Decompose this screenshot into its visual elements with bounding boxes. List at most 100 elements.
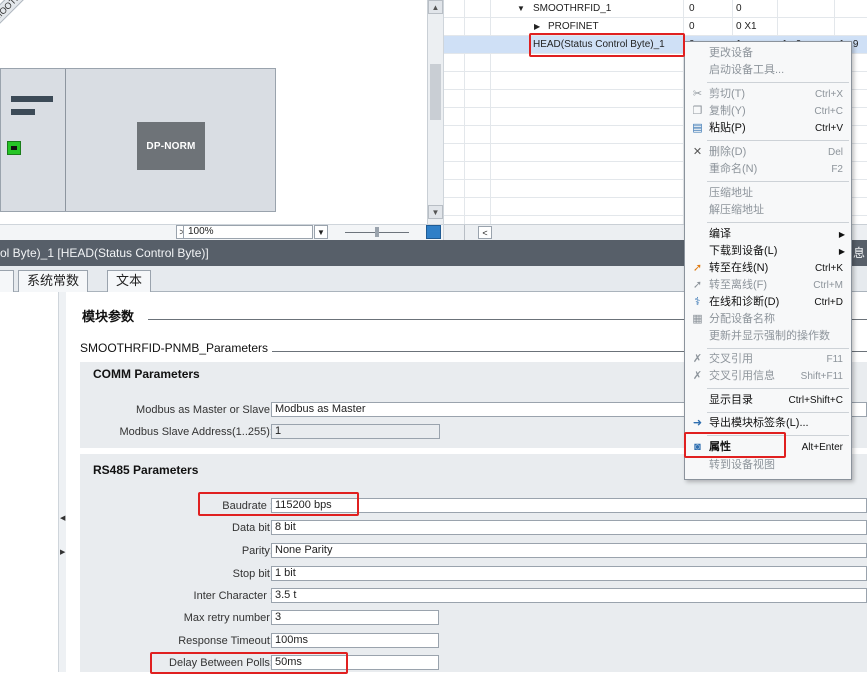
param-label: Data bit:: [232, 522, 273, 534]
param-label: Max retry number:: [183, 612, 273, 624]
tab-texts[interactable]: 文本: [107, 270, 152, 292]
module-params-heading: 模块参数: [82, 309, 135, 324]
rs485-parameters-group: RS485 Parameters Baudrate : 115200 bps D…: [80, 454, 867, 672]
submenu-arrow-icon: ▶: [838, 230, 845, 239]
parameters-subheading: SMOOTHRFID-PNMB_Parameters: [80, 341, 269, 355]
tab-system-constants[interactable]: 系统常数: [18, 270, 89, 292]
menu-item-compress-address[interactable]: 压缩地址: [685, 185, 851, 202]
scroll-left-icon[interactable]: ◀: [60, 514, 65, 522]
param-label: Modbus as Master or Slave:: [136, 404, 273, 416]
menu-separator: [707, 412, 849, 413]
param-label: Stop bit:: [232, 568, 273, 580]
row-rack: 0: [689, 3, 695, 14]
cut-icon: ✂: [692, 88, 703, 100]
zoom-fit-icon[interactable]: [426, 225, 441, 239]
rack-divider: [65, 69, 66, 211]
delay-between-polls-field[interactable]: 50ms: [271, 655, 439, 670]
collapse-arrow-icon[interactable]: ▼: [517, 0, 525, 18]
cross-reference-info-icon: ✗: [692, 370, 703, 382]
param-label: Parity:: [241, 545, 273, 557]
dp-norm-module[interactable]: DP-NORM: [137, 122, 205, 170]
menu-item-go-to-device-view[interactable]: 转到设备视图: [685, 457, 851, 474]
table-row[interactable]: ▼ SMOOTHRFID_1 0 0: [444, 0, 867, 18]
menu-item-export-module-labels[interactable]: ➜ 导出模块标签条(L)...: [685, 415, 851, 432]
scroll-left-icon[interactable]: <: [478, 226, 492, 239]
device-view-vertical-scrollbar[interactable]: ▲ ▼: [427, 0, 443, 224]
response-timeout-field[interactable]: 100ms: [271, 633, 439, 648]
menu-item-paste[interactable]: ▤ 粘贴(P) Ctrl+V: [685, 120, 851, 137]
baudrate-field[interactable]: 115200 bps: [271, 498, 867, 513]
assign-name-icon: ▦: [692, 313, 703, 325]
info-tab-label[interactable]: 息: [853, 240, 865, 266]
device-name-label[interactable]: SMOOTHRFID_1: [0, 0, 63, 32]
menu-item-change-device[interactable]: 更改设备: [685, 45, 851, 62]
row-name: PROFINET: [548, 21, 599, 32]
row-slot: 0: [736, 3, 742, 14]
row-rack: 0: [689, 21, 695, 32]
stop-bit-field[interactable]: 1 bit: [271, 566, 867, 581]
menu-item-cut[interactable]: ✂ 剪切(T) Ctrl+X: [685, 86, 851, 103]
row-slot: 0 X1: [736, 21, 757, 32]
data-bit-field[interactable]: 8 bit: [271, 520, 867, 535]
menu-item-start-device-tool[interactable]: 启动设备工具...: [685, 62, 851, 79]
profinet-port-icon[interactable]: [7, 141, 21, 155]
menu-item-download-to-device[interactable]: 下载到设备(L) ▶: [685, 243, 851, 260]
scroll-up-icon[interactable]: ▲: [428, 0, 443, 14]
menu-item-cross-reference[interactable]: ✗ 交叉引用 F11: [685, 351, 851, 368]
menu-item-delete[interactable]: ✕ 删除(D) Del: [685, 144, 851, 161]
menu-item-compile[interactable]: 编译 ▶: [685, 226, 851, 243]
menu-item-go-offline[interactable]: ➚ 转至离线(F) Ctrl+M: [685, 277, 851, 294]
menu-item-online-diagnostics[interactable]: ⚕ 在线和诊断(D) Ctrl+D: [685, 294, 851, 311]
properties-icon: ◙: [694, 441, 701, 453]
menu-item-show-catalog[interactable]: 显示目录 Ctrl+Shift+C: [685, 392, 851, 409]
table-row[interactable]: ▶ PROFINET 0 0 X1: [444, 18, 867, 36]
param-label: Modbus Slave Address(1..255):: [119, 426, 273, 438]
scroll-right-icon[interactable]: ▶: [60, 548, 65, 556]
slot-indicator: [11, 109, 35, 115]
device-rack[interactable]: DP-NORM: [0, 68, 276, 212]
zoom-dropdown-icon[interactable]: ▼: [314, 225, 328, 239]
inter-character-field[interactable]: 3.5 t: [271, 588, 867, 603]
menu-separator: [707, 82, 849, 83]
menu-item-assign-device-name[interactable]: ▦ 分配设备名称: [685, 311, 851, 328]
scroll-down-icon[interactable]: ▼: [428, 205, 443, 219]
param-label: Response Timeout:: [178, 635, 273, 647]
copy-icon: ❐: [692, 105, 703, 117]
properties-nav-pane[interactable]: [0, 292, 66, 672]
menu-separator: [707, 435, 849, 436]
modbus-slave-address-field[interactable]: 1: [271, 424, 440, 439]
expand-arrow-icon[interactable]: ▶: [534, 18, 540, 36]
column-divider: [464, 225, 465, 241]
param-label: Baudrate :: [222, 500, 273, 512]
max-retry-field[interactable]: 3: [271, 610, 439, 625]
go-offline-icon: ➚: [692, 279, 703, 291]
parity-field[interactable]: None Parity: [271, 543, 867, 558]
menu-item-go-online[interactable]: ➚ 转至在线(N) Ctrl+K: [685, 260, 851, 277]
paste-icon: ▤: [692, 122, 703, 134]
menu-separator: [707, 181, 849, 182]
menu-item-rename[interactable]: 重命名(N) F2: [685, 161, 851, 178]
menu-separator: [707, 140, 849, 141]
diagnostics-icon: ⚕: [694, 296, 701, 308]
export-arrow-icon: ➜: [692, 417, 703, 429]
row-name: SMOOTHRFID_1: [533, 3, 612, 14]
menu-separator: [707, 348, 849, 349]
menu-item-decompress-address[interactable]: 解压缩地址: [685, 202, 851, 219]
delete-icon: ✕: [692, 146, 703, 158]
device-view-canvas[interactable]: SMOOTHRFID_1 DP-NORM: [0, 0, 427, 224]
tab-general[interactable]: [0, 270, 14, 292]
menu-item-cross-reference-info[interactable]: ✗ 交叉引用信息 Shift+F11: [685, 368, 851, 385]
scrollbar-thumb[interactable]: [430, 64, 441, 120]
row-name: HEAD(Status Control Byte)_1: [533, 39, 665, 50]
rs485-parameters-title: RS485 Parameters: [93, 463, 199, 477]
zoom-level-field[interactable]: 100%: [183, 225, 313, 239]
menu-separator: [707, 222, 849, 223]
menu-item-copy[interactable]: ❐ 复制(Y) Ctrl+C: [685, 103, 851, 120]
menu-item-properties[interactable]: ◙ 属性 Alt+Enter: [685, 439, 851, 456]
menu-item-update-forced-operands[interactable]: 更新并显示强制的操作数: [685, 328, 851, 345]
nav-pane-scrollbar[interactable]: ◀ ▶: [58, 292, 66, 672]
param-label: Inter Character :: [193, 590, 273, 602]
zoom-slider[interactable]: [345, 227, 409, 237]
context-menu: 更改设备 启动设备工具... ✂ 剪切(T) Ctrl+X ❐ 复制(Y) Ctrl…: [684, 41, 852, 480]
comm-parameters-title: COMM Parameters: [93, 367, 200, 381]
